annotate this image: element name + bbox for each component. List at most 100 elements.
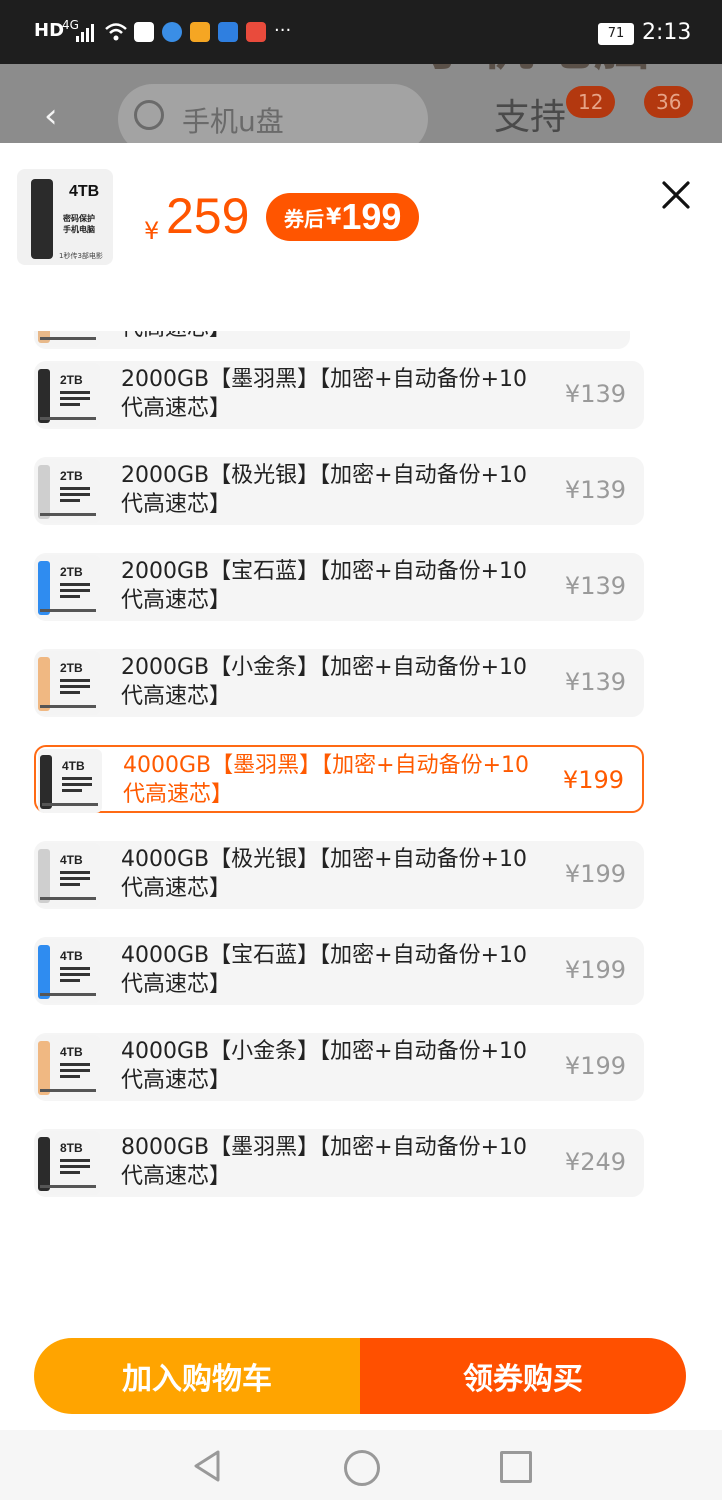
sku-option[interactable]: 4TB 4000GB【墨羽黑】【加密+自动备份+10代高速芯】 ¥199 [34,745,644,813]
sku-option-price: ¥139 [564,572,626,600]
price-currency: ¥ [144,217,160,245]
sku-option-label: 4000GB【墨羽黑】【加密+自动备份+10代高速芯】 [123,753,529,807]
thumbnail-text-lines [62,777,98,799]
add-to-cart-button[interactable]: 加入购物车 [34,1338,360,1414]
notification-app-icon [246,22,266,42]
sku-option[interactable]: 4TB 4000GB【极光银】【加密+自动备份+10代高速芯】 ¥199 [34,841,644,909]
thumbnail-footer-line [40,897,96,900]
thumbnail-text-lines [60,583,96,605]
device-image [38,945,50,999]
sku-option[interactable]: 4TB 4000GB【宝石蓝】【加密+自动备份+10代高速芯】 ¥199 [34,937,644,1005]
sku-option-label: 2000GB【宝石蓝】【加密+自动备份+10代高速芯】 [121,559,527,613]
sku-option-label: 8000GB【墨羽黑】【加密+自动备份+10代高速芯】 [121,1135,527,1189]
price-value: 259 [166,188,250,244]
sku-option[interactable]: 2TB 2000GB【极光银】【加密+自动备份+10代高速芯】 ¥139 [34,457,644,525]
thumbnail-capacity: 4TB [60,949,83,963]
thumbnail-footer-line [40,609,96,612]
thumbnail-text-lines [60,967,96,989]
thumbnail-capacity: 2TB [60,373,83,387]
status-bar: HD 4G ··· 71 2:13 [0,0,722,64]
sku-option-price: ¥199 [564,1052,626,1080]
sku-option[interactable]: 4TB 4000GB【小金条】【加密+自动备份+10代高速芯】 ¥199 [34,1033,644,1101]
thumbnail-capacity: 2TB [60,469,83,483]
coupon-currency: ¥ [326,204,342,230]
sku-option-label: 2000GB【墨羽黑】【加密+自动备份+10代高速芯】 [121,367,527,421]
notification-app-icon [134,22,154,42]
thumbnail-footer: 1秒传3部电影 [59,252,103,260]
sku-option[interactable]: 1TB1000GB【小金条】【加密+自动备份+10代高速芯】¥99 [34,331,630,349]
close-icon[interactable] [660,179,692,211]
signal-icon [76,24,94,42]
thumbnail-text-lines [60,391,96,413]
thumbnail-footer-line [40,993,96,996]
thumbnail-capacity: 2TB [60,661,83,675]
sku-option-price: ¥249 [564,1148,626,1176]
sku-option-list[interactable]: 1TB1000GB【小金条】【加密+自动备份+10代高速芯】¥992TB2000… [0,331,722,1239]
thumbnail-footer-line [40,513,96,516]
coupon-price: 199 [341,196,402,237]
thumbnail-footer-line [42,803,98,806]
sku-option-price: ¥199 [564,956,626,984]
sku-selector-sheet: 4TB 密码保护 手机电脑 1秒传3部电影 ¥ 259 券后 ¥ 199 1TB… [0,143,722,1500]
thumbnail-text-lines [60,871,96,893]
thumbnail-capacity: 4TB [62,759,85,773]
sku-option[interactable]: 2TB 2000GB【墨羽黑】【加密+自动备份+10代高速芯】 ¥139 [34,361,644,429]
sku-option-thumbnail: 4TB [38,749,102,813]
thumbnail-text-lines [60,1063,96,1085]
sku-option-thumbnail: 4TB [36,939,100,1003]
device-image [40,755,52,809]
thumbnail-capacity: 8TB [60,1141,83,1155]
more-notifications-icon: ··· [274,20,292,41]
sku-option[interactable]: 8TB 8000GB【墨羽黑】【加密+自动备份+10代高速芯】 ¥249 [34,1129,644,1197]
device-image [38,465,50,519]
sku-option-label: 4000GB【宝石蓝】【加密+自动备份+10代高速芯】 [121,943,527,997]
sku-option-label: 4000GB【极光银】【加密+自动备份+10代高速芯】 [121,847,527,901]
battery-icon: 71 [598,23,634,45]
recent-apps-icon[interactable] [500,1451,532,1483]
thumbnail-capacity: 4TB [69,183,100,200]
thumbnail-text-lines [60,331,96,333]
thumbnail-feature: 密码保护 [63,214,95,223]
thumbnail-capacity: 4TB [60,853,83,867]
sku-option-price: ¥139 [564,668,626,696]
sku-option-label: 4000GB【小金条】【加密+自动备份+10代高速芯】 [121,1039,527,1093]
thumbnail-footer-line [40,705,96,708]
wifi-icon [105,23,127,41]
background-badge: 12 [566,86,616,118]
thumbnail-text-lines [60,1159,96,1181]
coupon-price-badge: 券后 ¥ 199 [266,193,420,241]
sku-option-thumbnail: 1TB [36,331,100,347]
thumbnail-footer-line [40,417,96,420]
back-triangle-icon[interactable] [190,1448,226,1484]
product-thumbnail[interactable]: 4TB 密码保护 手机电脑 1秒传3部电影 [17,169,113,265]
sku-option-price: ¥199 [562,766,624,794]
device-image [31,179,53,259]
thumbnail-capacity: 2TB [60,565,83,579]
sku-option-label: 2000GB【极光银】【加密+自动备份+10代高速芯】 [121,463,527,517]
thumbnail-footer-line [40,1089,96,1092]
background-search-placeholder: 手机u盘 [182,105,284,138]
sku-option[interactable]: 2TB 2000GB【宝石蓝】【加密+自动备份+10代高速芯】 ¥139 [34,553,644,621]
device-image [38,657,50,711]
back-arrow-icon: ‹ [44,96,58,136]
thumbnail-capacity: 4TB [60,1045,83,1059]
sku-option-thumbnail: 4TB [36,1035,100,1099]
buy-with-coupon-button[interactable]: 领券购买 [360,1338,686,1414]
notification-app-icon [190,22,210,42]
device-image [38,369,50,423]
sku-option-thumbnail: 8TB [36,1131,100,1195]
background-support-label: 支持 [494,97,567,138]
device-image [38,1137,50,1191]
sku-option[interactable]: 2TB 2000GB【小金条】【加密+自动备份+10代高速芯】 ¥139 [34,649,644,717]
sku-option-thumbnail: 2TB [36,651,100,715]
notification-app-icon [162,22,182,42]
sku-option-thumbnail: 2TB [36,555,100,619]
thumbnail-footer-line [40,1185,96,1188]
home-circle-icon[interactable] [344,1450,380,1486]
device-image [38,561,50,615]
device-image [38,849,50,903]
sku-option-price: ¥199 [564,860,626,888]
thumbnail-text-lines [60,679,96,701]
sku-option-thumbnail: 4TB [36,843,100,907]
thumbnail-footer-line [40,337,96,340]
